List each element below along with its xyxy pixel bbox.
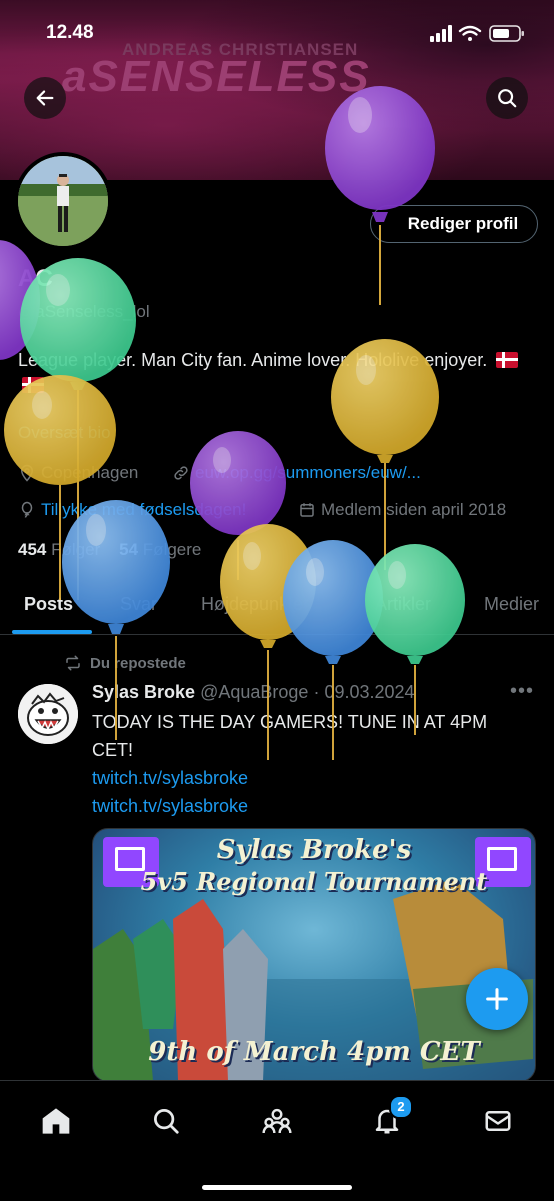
tab-replies[interactable]: Svar bbox=[120, 594, 157, 615]
media-date-line: 9th of March 4pm CET bbox=[148, 1037, 480, 1067]
post-link-1[interactable]: twitch.tv/sylasbroke bbox=[92, 764, 532, 792]
nav-notifications[interactable]: 2 bbox=[367, 1095, 413, 1141]
translate-bio-link[interactable]: Oversæt bio bbox=[18, 423, 111, 443]
bottom-navigation: 2 bbox=[0, 1080, 554, 1201]
mail-icon bbox=[485, 1111, 511, 1131]
balloon-yellow bbox=[4, 375, 116, 600]
media-title-line2: 5v5 Regional Tournament bbox=[140, 867, 488, 896]
edit-profile-button[interactable]: Rediger profil bbox=[370, 205, 538, 243]
post-separator: · bbox=[313, 682, 320, 702]
search-icon bbox=[154, 1109, 179, 1134]
balloon-green bbox=[365, 544, 465, 735]
repost-indicator: Du repostede bbox=[64, 654, 186, 672]
website-link[interactable]: euw.op.gg/summoners/euw/... bbox=[195, 463, 421, 483]
birthday-row: Tillykke med fødselsdagen! bbox=[18, 500, 246, 520]
post-header: Sylas Broke @AquaBroge · 09.03.2024 bbox=[92, 682, 415, 703]
bio-text: League player. Man City fan. Anime lover… bbox=[18, 350, 488, 370]
nav-search[interactable] bbox=[146, 1101, 186, 1141]
tab-highlights[interactable]: Højdepunkter bbox=[201, 594, 309, 615]
repost-label: Du repostede bbox=[90, 654, 186, 672]
back-button[interactable] bbox=[24, 77, 66, 119]
location-row: Copenhagen bbox=[18, 463, 138, 483]
profile-avatar[interactable] bbox=[14, 152, 112, 250]
nav-home[interactable] bbox=[36, 1101, 76, 1141]
denmark-flag-icon bbox=[496, 352, 519, 368]
birthday-text[interactable]: Tillykke med fødselsdagen! bbox=[41, 500, 246, 520]
compose-button[interactable] bbox=[466, 968, 528, 1030]
post-body: TODAY IS THE DAY GAMERS! TUNE IN AT 4PM … bbox=[92, 708, 532, 820]
denmark-flag-icon bbox=[22, 377, 44, 393]
notifications-badge: 2 bbox=[389, 1095, 413, 1119]
calendar-icon bbox=[300, 503, 314, 517]
nav-messages[interactable] bbox=[478, 1101, 518, 1141]
post-media-image[interactable]: Sylas Broke's 5v5 Regional Tournament 9t… bbox=[92, 828, 536, 1082]
search-button[interactable] bbox=[486, 77, 528, 119]
following-label: Følger bbox=[51, 540, 101, 559]
more-options-icon[interactable]: ••• bbox=[510, 680, 534, 703]
post-date[interactable]: 09.03.2024 bbox=[324, 682, 414, 702]
following-link[interactable]: 454 Følger bbox=[18, 540, 100, 559]
post-author-handle[interactable]: @AquaBroge bbox=[200, 682, 308, 702]
profile-bio: League player. Man City fan. Anime lover… bbox=[18, 348, 528, 398]
nav-communities[interactable] bbox=[257, 1101, 297, 1141]
post-text: TODAY IS THE DAY GAMERS! TUNE IN AT 4PM … bbox=[92, 712, 488, 760]
link-icon bbox=[174, 466, 188, 480]
following-count: 454 bbox=[18, 540, 47, 559]
display-name: AC bbox=[18, 265, 53, 292]
search-icon bbox=[498, 89, 517, 108]
wifi-icon bbox=[458, 25, 482, 41]
followers-label: Følgere bbox=[142, 540, 202, 559]
location-text: Copenhagen bbox=[41, 463, 139, 482]
profile-handle: @aSenseless_lol bbox=[18, 302, 150, 321]
joined-row: Medlem siden april 2018 bbox=[298, 500, 506, 520]
banner-logo-text: aSENSELESS bbox=[62, 52, 371, 101]
repost-icon bbox=[66, 655, 80, 671]
tab-media[interactable]: Medier bbox=[484, 594, 539, 615]
communities-icon bbox=[262, 1108, 292, 1134]
tab-posts[interactable]: Posts bbox=[24, 594, 73, 615]
balloon-purple bbox=[0, 240, 40, 360]
followers-link[interactable]: 54 Følgere bbox=[119, 540, 201, 559]
status-icons bbox=[430, 22, 530, 46]
followers-count: 54 bbox=[119, 540, 139, 559]
profile-tabs: Posts Svar Højdepunkter Artikler Medier bbox=[0, 580, 554, 635]
arrow-left-icon bbox=[36, 90, 54, 106]
balloon-icon bbox=[21, 501, 33, 518]
signal-icon bbox=[430, 25, 452, 42]
active-tab-indicator bbox=[12, 630, 92, 634]
post-link-2[interactable]: twitch.tv/sylasbroke bbox=[92, 792, 532, 820]
battery-icon bbox=[489, 25, 524, 42]
tab-articles[interactable]: Artikler bbox=[375, 594, 431, 615]
follow-counts: 454 Følger 54 Følgere bbox=[18, 540, 201, 560]
joined-text: Medlem siden april 2018 bbox=[321, 500, 507, 519]
home-icon bbox=[42, 1108, 70, 1134]
location-pin-icon bbox=[20, 464, 34, 482]
status-time: 12.48 bbox=[46, 22, 94, 43]
media-title-line1: Sylas Broke's bbox=[216, 835, 412, 865]
post-author-name[interactable]: Sylas Broke bbox=[92, 682, 195, 702]
post-author-avatar[interactable] bbox=[18, 684, 78, 744]
plus-icon bbox=[486, 988, 508, 1010]
website-row[interactable]: euw.op.gg/summoners/euw/... bbox=[172, 463, 421, 483]
home-indicator bbox=[202, 1185, 352, 1190]
